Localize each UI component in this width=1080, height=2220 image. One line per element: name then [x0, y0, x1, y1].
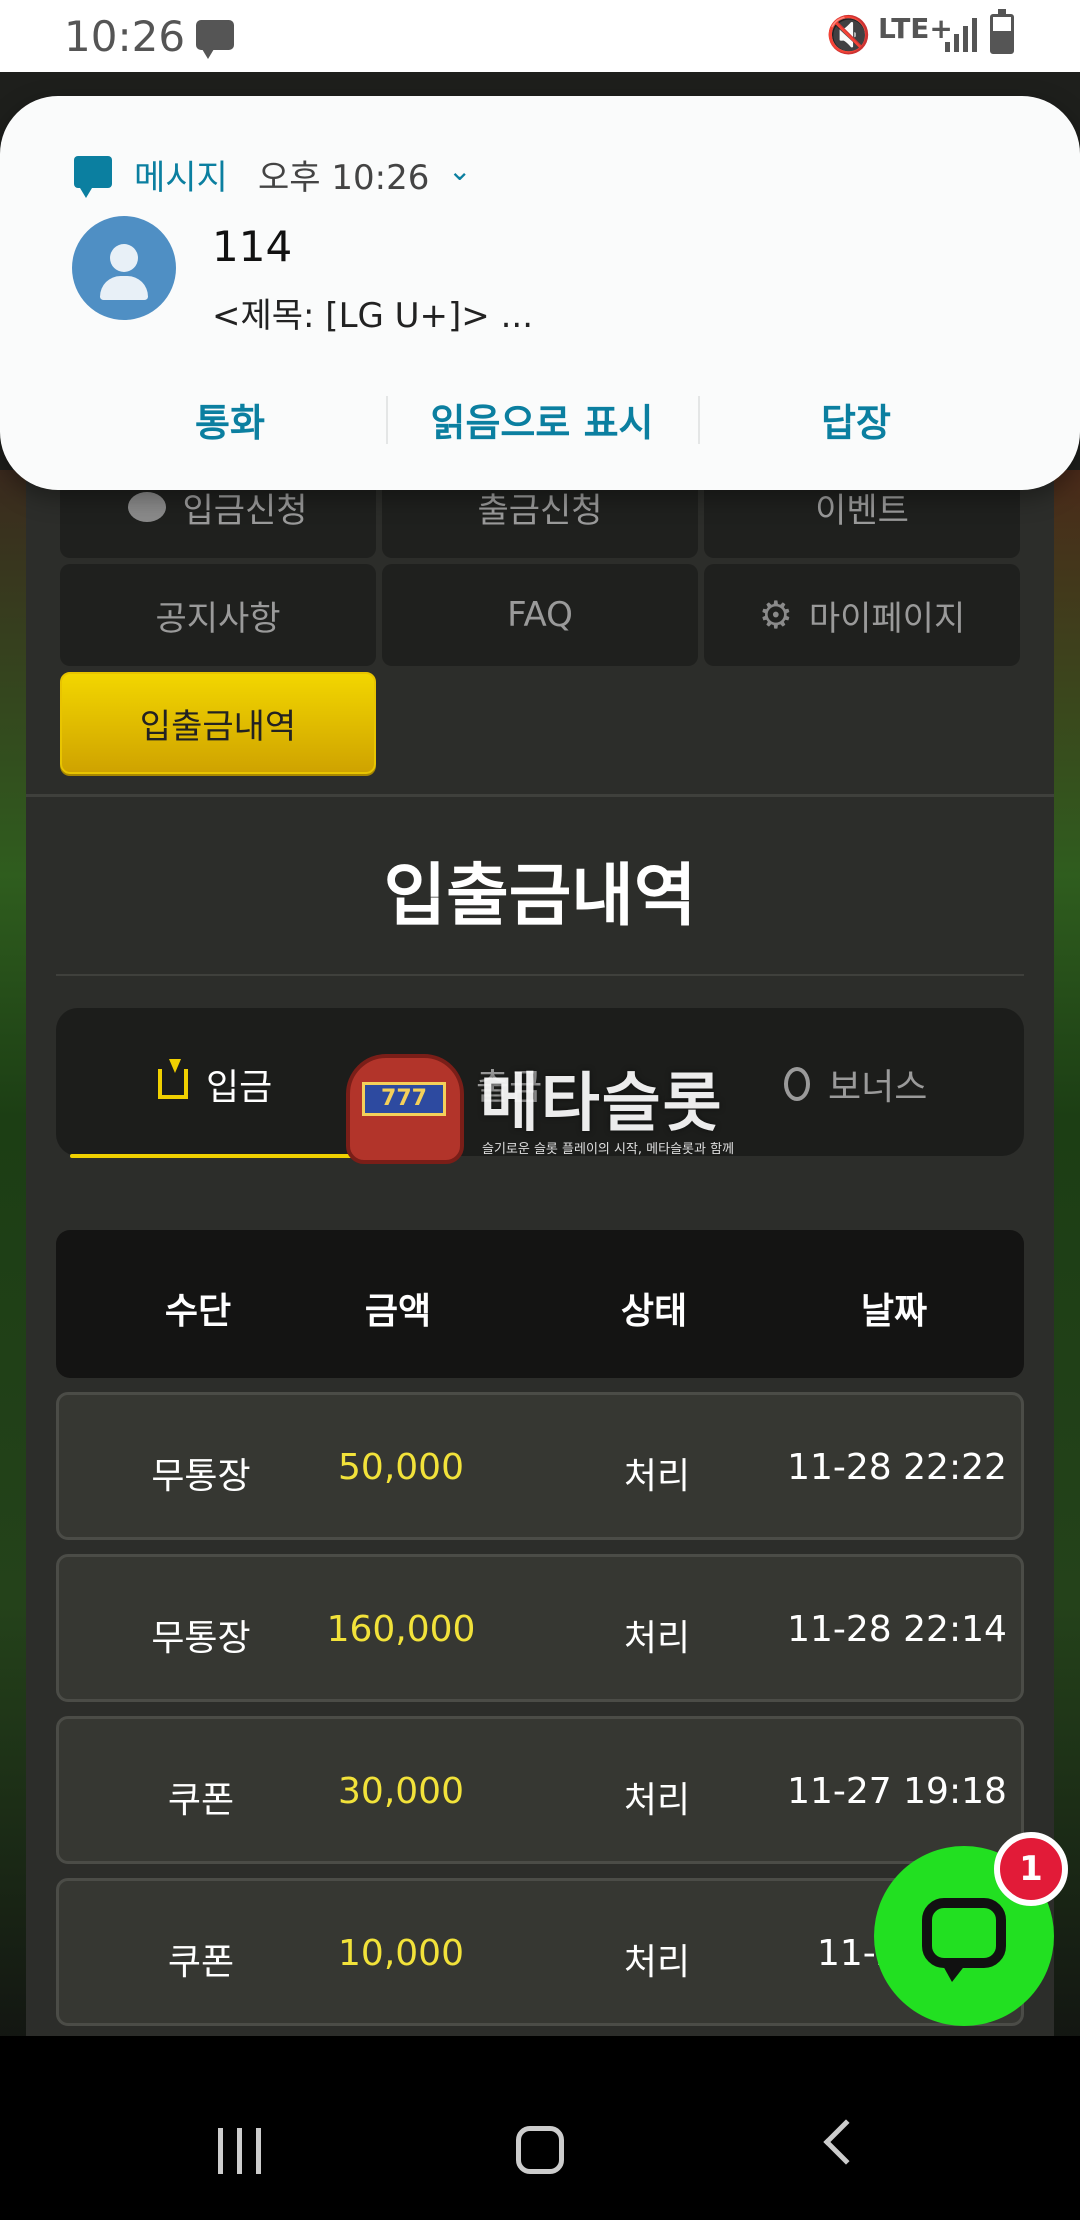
row-amount: 30,000 — [338, 1771, 464, 1812]
slot-reels: 777 — [362, 1082, 446, 1116]
signal-icon — [945, 18, 979, 52]
header-status: 상태 — [620, 1291, 688, 1332]
download-icon — [158, 1059, 188, 1099]
network-type: LTE+ — [878, 12, 953, 45]
table-header: 수단 금액 상태 날짜 — [56, 1230, 1024, 1378]
mypage-label: 마이페이지 — [808, 598, 966, 639]
mute-icon: 🔇 — [826, 15, 871, 56]
expand-chevron-icon[interactable]: ⌄ — [448, 154, 471, 187]
action-separator — [698, 396, 700, 444]
medal-icon — [784, 1067, 810, 1101]
chat-unread-badge: 1 — [994, 1832, 1068, 1906]
notification-preview: <제목: [LG U+]> ... — [212, 296, 534, 336]
watermark-logo: 777 메타슬롯 슬기로운 슬롯 플레이의 시작, 메타슬롯과 함께 — [346, 1052, 746, 1170]
gear-icon: ⚙ — [758, 593, 793, 637]
watermark-brand: 메타슬롯 — [480, 1067, 724, 1141]
mypage-button[interactable]: ⚙ 마이페이지 — [704, 564, 1020, 666]
row-date: 11-28 22:14 — [787, 1609, 1007, 1650]
tab-deposit[interactable]: 입금 — [158, 1058, 272, 1110]
tab-bonus[interactable]: 보너스 — [784, 1058, 927, 1110]
chat-bubble-icon — [922, 1898, 1006, 1982]
faq-button[interactable]: FAQ — [382, 564, 698, 666]
sender-avatar — [72, 216, 176, 320]
notification-app-name: 메시지 — [134, 158, 228, 198]
notification-sender: 114 — [212, 222, 293, 271]
row-date: 11-28 22:22 — [787, 1447, 1007, 1488]
header-date: 날짜 — [860, 1291, 928, 1332]
row-status: 처리 — [623, 1780, 691, 1821]
watermark-tagline: 슬기로운 슬롯 플레이의 시작, 메타슬롯과 함께 — [482, 1142, 735, 1157]
title-divider — [56, 974, 1024, 976]
row-status: 처리 — [623, 1618, 691, 1659]
reply-action-button[interactable]: 답장 — [706, 392, 1006, 447]
notification-time: 오후 10:26 — [258, 158, 430, 198]
section-divider — [26, 794, 1054, 797]
recents-button[interactable] — [218, 2128, 262, 2174]
row-status: 처리 — [623, 1456, 691, 1497]
notice-button[interactable]: 공지사항 — [60, 564, 376, 666]
row-amount: 10,000 — [338, 1933, 464, 1974]
tab-deposit-label: 입금 — [206, 1067, 273, 1108]
row-method: 쿠폰 — [167, 1780, 235, 1821]
page-title: 입출금내역 — [383, 857, 697, 936]
tab-bonus-label: 보너스 — [828, 1067, 928, 1108]
header-method: 수단 — [164, 1291, 232, 1332]
status-bar: 10:26 🔇 LTE+ — [0, 0, 1080, 72]
row-method: 무통장 — [151, 1456, 251, 1497]
system-nav-bar — [0, 2036, 1080, 2220]
action-separator — [386, 396, 388, 444]
row-amount: 50,000 — [338, 1447, 464, 1488]
row-status: 처리 — [623, 1942, 691, 1983]
back-button[interactable] — [823, 2119, 869, 2165]
message-notification[interactable]: 메시지 오후 10:26 ⌄ 114 <제목: [LG U+]> ... 통화 … — [0, 96, 1080, 490]
history-button[interactable]: 입출금내역 — [60, 672, 376, 774]
row-date: 11-27 19:18 — [787, 1771, 1007, 1812]
mark-as-read-button[interactable]: 읽음으로 표시 — [392, 392, 692, 447]
faq-label: FAQ — [507, 595, 573, 635]
table-row: 무통장 50,000 처리 11-28 22:22 — [56, 1392, 1024, 1540]
message-notification-icon — [196, 20, 234, 59]
active-tab-indicator — [70, 1154, 380, 1158]
row-amount: 160,000 — [326, 1609, 476, 1650]
row-method: 쿠폰 — [167, 1942, 235, 1983]
header-amount: 금액 — [364, 1291, 432, 1332]
notice-label: 공지사항 — [155, 598, 281, 639]
background-decoration-left — [0, 470, 26, 2090]
coin-icon — [128, 492, 167, 522]
history-label: 입출금내역 — [139, 706, 297, 747]
table-row: 쿠폰 30,000 처리 11-27 19:18 — [56, 1716, 1024, 1864]
battery-icon — [990, 9, 1014, 54]
row-method: 무통장 — [151, 1618, 251, 1659]
chat-button[interactable]: 1 — [874, 1832, 1068, 2026]
table-row: 무통장 160,000 처리 11-28 22:14 — [56, 1554, 1024, 1702]
call-action-button[interactable]: 통화 — [80, 392, 380, 447]
messages-app-icon — [74, 156, 112, 198]
status-time: 10:26 — [64, 12, 186, 61]
home-button[interactable] — [516, 2126, 564, 2174]
